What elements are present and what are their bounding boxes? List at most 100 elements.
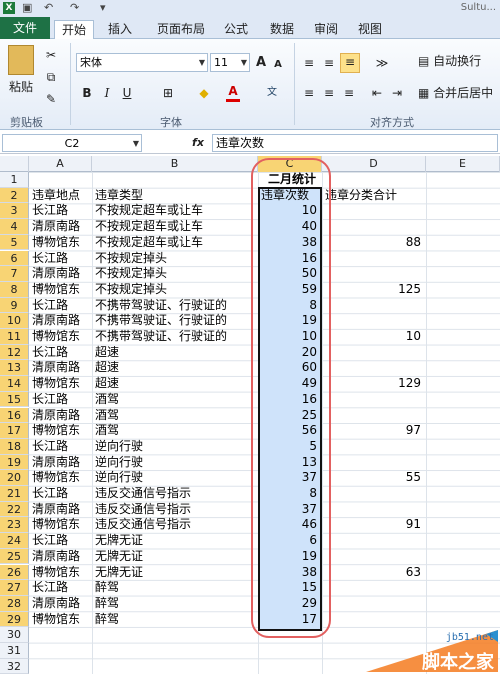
cell-subtotal[interactable]: 125 bbox=[322, 282, 424, 298]
name-box[interactable]: C2 ▼ bbox=[2, 134, 142, 152]
cell-type[interactable]: 违反交通信号指示 bbox=[95, 486, 255, 502]
row-header[interactable]: 21 bbox=[0, 486, 29, 502]
redo-icon[interactable]: ↷ bbox=[70, 1, 79, 14]
shrink-font-button[interactable]: A bbox=[272, 57, 284, 73]
cell-subtotal[interactable] bbox=[322, 313, 424, 329]
cell-location[interactable]: 长江路 bbox=[32, 580, 92, 596]
cell-type[interactable]: 不按规定掉头 bbox=[95, 282, 255, 298]
cell-subtotal[interactable] bbox=[322, 502, 424, 518]
paste-button[interactable]: 粘贴 bbox=[4, 79, 38, 95]
row-header[interactable]: 32 bbox=[0, 658, 29, 675]
row-header[interactable]: 17 bbox=[0, 423, 29, 439]
row-header[interactable]: 6 bbox=[0, 250, 29, 267]
cell-subtotal[interactable] bbox=[322, 298, 424, 314]
cell-location[interactable]: 清原南路 bbox=[32, 313, 92, 329]
cell-subtotal[interactable] bbox=[322, 549, 424, 565]
row-header[interactable]: 7 bbox=[0, 266, 29, 282]
cell-subtotal[interactable] bbox=[322, 455, 424, 471]
align-top-icon[interactable]: ≡ bbox=[302, 55, 316, 71]
cell-type[interactable]: 逆向行驶 bbox=[95, 470, 255, 486]
font-color-button[interactable]: A bbox=[226, 83, 240, 102]
font-name-select[interactable]: 宋体 ▼ bbox=[76, 53, 208, 72]
font-size-select[interactable]: 11 ▼ bbox=[210, 53, 250, 72]
cell-location[interactable]: 长江路 bbox=[32, 298, 92, 314]
row-header[interactable]: 19 bbox=[0, 454, 29, 471]
phonetic-icon[interactable]: 文 bbox=[262, 85, 282, 101]
cell-type[interactable]: 超速 bbox=[95, 360, 255, 376]
increase-indent-icon[interactable]: ⇥ bbox=[390, 85, 404, 101]
cell-location[interactable]: 博物馆东 bbox=[32, 282, 92, 298]
bold-button[interactable]: B bbox=[80, 85, 94, 101]
header-subtotal[interactable]: 违章分类合计 bbox=[325, 188, 425, 204]
cell-subtotal[interactable] bbox=[322, 580, 424, 596]
row-header[interactable]: 15 bbox=[0, 391, 29, 408]
save-icon[interactable]: ▣ bbox=[22, 1, 32, 14]
row-header[interactable]: 20 bbox=[0, 470, 29, 486]
cell-type[interactable]: 不按规定超车或让车 bbox=[95, 203, 255, 219]
cell-type[interactable]: 不按规定超车或让车 bbox=[95, 235, 255, 251]
cell-location[interactable]: 长江路 bbox=[32, 392, 92, 408]
cell-location[interactable]: 长江路 bbox=[32, 203, 92, 219]
cell-location[interactable]: 博物馆东 bbox=[32, 565, 92, 581]
cell-type[interactable]: 酒驾 bbox=[95, 392, 255, 408]
tab-view[interactable]: 视图 bbox=[350, 20, 390, 39]
row-header[interactable]: 8 bbox=[0, 281, 29, 298]
row-header[interactable]: 1 bbox=[0, 172, 29, 188]
cell-subtotal[interactable] bbox=[322, 345, 424, 361]
align-center-icon[interactable]: ≡ bbox=[322, 85, 336, 101]
cell-subtotal[interactable] bbox=[322, 612, 424, 628]
tab-insert[interactable]: 插入 bbox=[100, 20, 140, 39]
column-header-a[interactable]: A bbox=[29, 156, 92, 172]
row-header[interactable]: 23 bbox=[0, 517, 29, 534]
border-icon[interactable]: ⊞ bbox=[160, 85, 176, 101]
cell-type[interactable]: 不携带驾驶证、行驶证的 bbox=[95, 313, 255, 329]
cell-type[interactable]: 超速 bbox=[95, 345, 255, 361]
tab-file[interactable]: 文件 bbox=[0, 17, 50, 39]
row-header[interactable]: 13 bbox=[0, 360, 29, 377]
cell-subtotal[interactable] bbox=[322, 486, 424, 502]
copy-icon[interactable]: ⧉ bbox=[44, 69, 58, 85]
row-header[interactable]: 14 bbox=[0, 376, 29, 392]
align-middle-icon[interactable]: ≡ bbox=[322, 55, 336, 71]
wrap-text-button[interactable]: ▤ 自动换行 bbox=[418, 53, 500, 69]
customize-icon[interactable]: ▾ bbox=[100, 1, 106, 14]
row-header[interactable]: 12 bbox=[0, 344, 29, 361]
cell-subtotal[interactable] bbox=[322, 392, 424, 408]
cell-subtotal[interactable] bbox=[322, 596, 424, 612]
cell-type[interactable]: 无牌无证 bbox=[95, 549, 255, 565]
cell-subtotal[interactable] bbox=[322, 439, 424, 455]
cell-type[interactable]: 酒驾 bbox=[95, 408, 255, 424]
format-painter-icon[interactable]: ✎ bbox=[44, 91, 58, 107]
cell-subtotal[interactable]: 91 bbox=[322, 517, 424, 533]
underline-button[interactable]: U bbox=[120, 85, 134, 101]
cell-location[interactable]: 博物馆东 bbox=[32, 517, 92, 533]
cell-location[interactable]: 清原南路 bbox=[32, 408, 92, 424]
row-header[interactable]: 3 bbox=[0, 203, 29, 220]
cut-icon[interactable]: ✂ bbox=[44, 47, 58, 63]
row-header[interactable]: 27 bbox=[0, 580, 29, 596]
row-header[interactable]: 22 bbox=[0, 501, 29, 518]
cell-location[interactable]: 博物馆东 bbox=[32, 612, 92, 628]
cell-location[interactable]: 清原南路 bbox=[32, 549, 92, 565]
cell-location[interactable]: 清原南路 bbox=[32, 455, 92, 471]
cell-type[interactable]: 无牌无证 bbox=[95, 565, 255, 581]
cell-type[interactable]: 醉驾 bbox=[95, 612, 255, 628]
cell-subtotal[interactable]: 55 bbox=[322, 470, 424, 486]
select-all-corner[interactable] bbox=[0, 156, 29, 172]
row-header[interactable]: 26 bbox=[0, 564, 29, 581]
cell-type[interactable]: 酒驾 bbox=[95, 423, 255, 439]
tab-home[interactable]: 开始 bbox=[54, 20, 94, 40]
column-header-b[interactable]: B bbox=[92, 156, 258, 172]
cell-subtotal[interactable]: 129 bbox=[322, 376, 424, 392]
row-header[interactable]: 9 bbox=[0, 297, 29, 314]
fill-color-icon[interactable]: ◆ bbox=[196, 85, 212, 101]
paste-icon[interactable] bbox=[8, 45, 34, 75]
cell-type[interactable]: 逆向行驶 bbox=[95, 439, 255, 455]
cell-type[interactable]: 不按规定掉头 bbox=[95, 251, 255, 267]
cell-subtotal[interactable] bbox=[322, 251, 424, 267]
decrease-indent-icon[interactable]: ⇤ bbox=[370, 85, 384, 101]
header-type[interactable]: 违章类型 bbox=[95, 188, 255, 204]
column-header-e[interactable]: E bbox=[426, 156, 500, 172]
cell-subtotal[interactable] bbox=[322, 203, 424, 219]
cell-subtotal[interactable] bbox=[322, 219, 424, 235]
